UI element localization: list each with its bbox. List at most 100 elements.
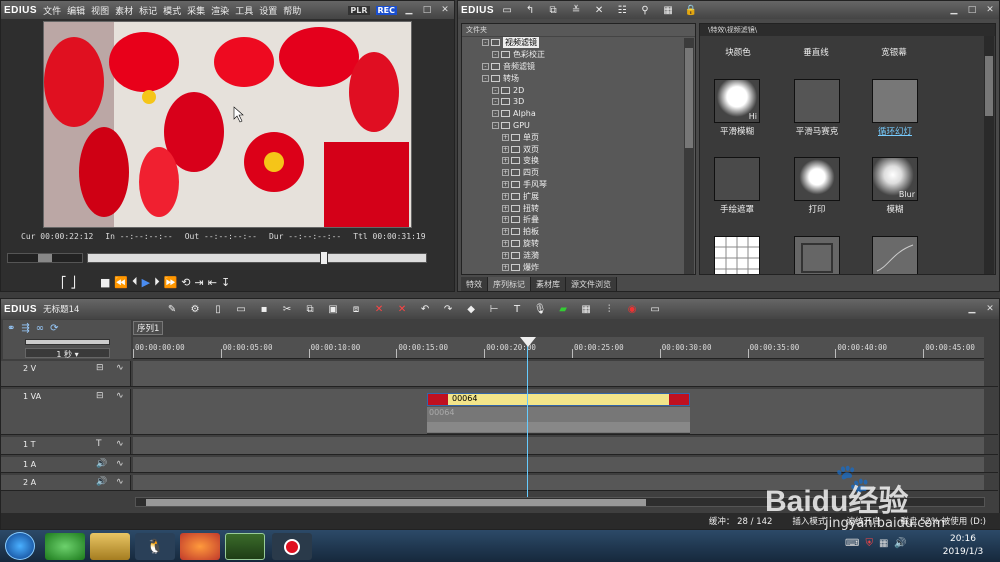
effect-thumb[interactable]: [794, 79, 840, 123]
search-icon[interactable]: ⚲: [638, 3, 652, 17]
tree-item[interactable]: - 转场: [482, 72, 695, 84]
expand-icon[interactable]: +: [502, 204, 509, 212]
tree-item[interactable]: + 爆炸: [482, 261, 695, 273]
effect-label[interactable]: 模糊: [855, 203, 935, 215]
taskbar-app-explorer[interactable]: [90, 533, 130, 560]
expand-icon[interactable]: -: [482, 39, 489, 47]
effect-thumb-8[interactable]: [794, 236, 840, 274]
tree-item[interactable]: + 扩展: [482, 190, 695, 202]
timeline-minimize-icon[interactable]: ▁: [966, 303, 978, 315]
insert-effect-icon[interactable]: ≚: [569, 3, 583, 17]
snap-icon[interactable]: ⟳: [50, 323, 58, 334]
rewind-icon[interactable]: ⏪: [114, 276, 128, 289]
menu-item[interactable]: 素材: [115, 7, 133, 17]
taskbar-app-firefox[interactable]: [180, 533, 220, 560]
copy-clip-icon[interactable]: ⧉: [303, 302, 317, 316]
menu-item[interactable]: 帮助: [283, 7, 301, 17]
effects-minimize-icon[interactable]: ▁: [948, 4, 960, 16]
timeline-scrollbar-thumb[interactable]: [146, 499, 646, 506]
track-header[interactable]: 1 T T ∿: [1, 437, 131, 454]
effect-label[interactable]: 块颜色: [700, 46, 778, 58]
expand-icon[interactable]: -: [492, 110, 499, 118]
thumbs-scrollbar-thumb[interactable]: [985, 56, 993, 116]
tree-scrollbar[interactable]: [684, 38, 694, 274]
expand-icon[interactable]: +: [502, 133, 509, 141]
expand-icon[interactable]: +: [502, 216, 509, 224]
expand-icon[interactable]: -: [492, 51, 499, 59]
effect-thumb-9[interactable]: [872, 236, 918, 274]
monitor-icon[interactable]: ⊟: [96, 363, 104, 373]
close-icon[interactable]: ✕: [439, 4, 451, 16]
loop-icon[interactable]: ⟲: [181, 276, 190, 289]
effect-thumb[interactable]: [714, 157, 760, 201]
network-icon[interactable]: ▦: [879, 538, 888, 549]
effects-tab[interactable]: 特效: [461, 277, 488, 291]
effect-label[interactable]: 平滑模糊: [700, 125, 777, 137]
expand-icon[interactable]: -: [492, 121, 499, 129]
expand-icon[interactable]: -: [492, 98, 499, 106]
track-lane[interactable]: [133, 437, 984, 454]
effects-tab[interactable]: 序列标记: [488, 277, 531, 291]
tree-scrollbar-thumb[interactable]: [685, 48, 693, 148]
monitor-icon[interactable]: ⊟: [96, 391, 104, 401]
open-icon[interactable]: ▭: [234, 302, 248, 316]
grid-icon[interactable]: ▦: [579, 302, 593, 316]
time-ruler[interactable]: 00:00:00:00 00:00:05:00 00:00:10:00 00:00:1…: [133, 337, 984, 359]
tree-item[interactable]: - Alpha: [482, 108, 695, 120]
mode-icon[interactable]: ⚭: [7, 323, 15, 334]
cut-icon[interactable]: ✂: [280, 302, 294, 316]
properties-icon[interactable]: ☷: [615, 3, 629, 17]
tree-item[interactable]: + 涟漪: [482, 249, 695, 261]
tree-item[interactable]: - 2D: [482, 84, 695, 96]
effects-close-icon[interactable]: ✕: [984, 4, 996, 16]
scale-select[interactable]: 1 秒 ▾: [25, 348, 110, 359]
taskbar-app-qq[interactable]: 🐧: [135, 533, 175, 560]
layout-icon[interactable]: ▭: [648, 302, 662, 316]
effect-thumb[interactable]: Blur: [872, 157, 918, 201]
new-sequence-icon[interactable]: ✎: [165, 302, 179, 316]
marker-icon[interactable]: ◆: [464, 302, 478, 316]
menu-item[interactable]: 渲染: [211, 7, 229, 17]
insert-icon[interactable]: ⇥: [195, 276, 204, 289]
effect-label[interactable]: 垂直线: [776, 46, 856, 58]
render-icon[interactable]: ▰: [556, 302, 570, 316]
tree-item[interactable]: - 音频滤镜: [482, 61, 695, 73]
sequence-tab[interactable]: 序列1: [133, 321, 163, 335]
copy-icon[interactable]: ⧉: [546, 3, 560, 17]
minimize-icon[interactable]: ▁: [403, 4, 415, 16]
menu-item[interactable]: 模式: [163, 7, 181, 17]
video-preview[interactable]: [43, 21, 412, 228]
position-slider[interactable]: [87, 251, 427, 265]
maximize-icon[interactable]: □: [421, 4, 433, 16]
tree-item[interactable]: + 双页: [482, 143, 695, 155]
menu-item[interactable]: 文件: [43, 7, 61, 17]
step-forward-icon[interactable]: ⏵: [154, 275, 160, 289]
tree-item[interactable]: + 拍板: [482, 226, 695, 238]
safety-icon[interactable]: ⛨: [865, 538, 873, 549]
expand-icon[interactable]: -: [492, 86, 499, 94]
effect-label[interactable]: 打印: [777, 203, 857, 215]
paste-icon[interactable]: ▣: [326, 302, 340, 316]
play-icon[interactable]: ▶: [142, 276, 150, 289]
expand-icon[interactable]: +: [502, 263, 509, 271]
volume-icon[interactable]: 🔊: [894, 538, 906, 549]
shuttle-slider[interactable]: [7, 253, 83, 263]
step-back-icon[interactable]: ⏴: [132, 275, 138, 289]
menu-item[interactable]: 编辑: [67, 7, 85, 17]
effect-label[interactable]: 平滑马赛克: [777, 125, 857, 137]
audio-clip[interactable]: 00064: [427, 407, 690, 434]
rec-button[interactable]: REC: [375, 5, 397, 15]
timeline-close-icon[interactable]: ✕: [984, 303, 996, 315]
waveform-icon[interactable]: ∿: [116, 363, 124, 373]
track-lane[interactable]: [133, 361, 984, 386]
start-button[interactable]: [5, 532, 35, 560]
expand-icon[interactable]: +: [502, 251, 509, 259]
playhead[interactable]: [527, 337, 528, 497]
track-lane[interactable]: [133, 457, 984, 472]
expand-icon[interactable]: +: [502, 169, 509, 177]
set-out-icon[interactable]: ⎦: [71, 276, 77, 289]
track-header[interactable]: 2 A 🔊 ∿: [1, 475, 131, 490]
effect-thumb[interactable]: [872, 79, 918, 123]
view-icon[interactable]: ▦: [661, 3, 675, 17]
effect-thumb-7[interactable]: [714, 236, 760, 274]
